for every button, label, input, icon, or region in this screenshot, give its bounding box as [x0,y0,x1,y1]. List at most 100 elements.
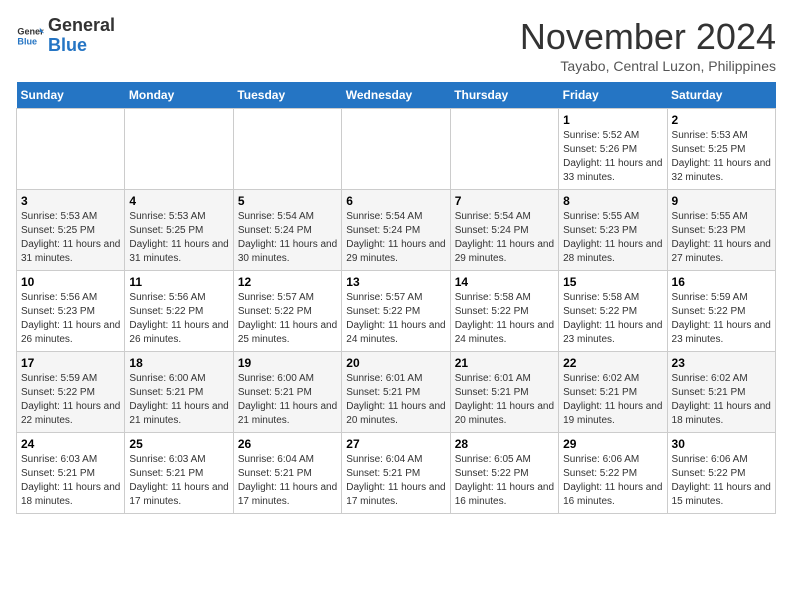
day-number: 30 [672,437,771,451]
day-info: Sunrise: 6:06 AMSunset: 5:22 PMDaylight:… [672,453,771,509]
weekday-header-monday: Monday [125,82,233,109]
day-cell: 4 Sunrise: 5:53 AMSunset: 5:25 PMDaylight… [125,190,233,271]
day-cell: 16 Sunrise: 5:59 AMSunset: 5:22 PMDayligh… [667,271,775,352]
day-info: Sunrise: 5:53 AMSunset: 5:25 PMDaylight:… [129,210,228,266]
day-info: Sunrise: 5:52 AMSunset: 5:26 PMDaylight:… [563,129,662,185]
day-cell [342,109,450,190]
day-number: 21 [455,356,554,370]
day-number: 14 [455,275,554,289]
day-info: Sunrise: 5:54 AMSunset: 5:24 PMDaylight:… [238,210,337,266]
day-info: Sunrise: 6:05 AMSunset: 5:22 PMDaylight:… [455,453,554,509]
day-info: Sunrise: 6:01 AMSunset: 5:21 PMDaylight:… [346,372,445,428]
day-info: Sunrise: 5:57 AMSunset: 5:22 PMDaylight:… [346,291,445,347]
day-info: Sunrise: 5:55 AMSunset: 5:23 PMDaylight:… [563,210,662,266]
day-cell: 11 Sunrise: 5:56 AMSunset: 5:22 PMDayligh… [125,271,233,352]
day-number: 12 [238,275,337,289]
day-cell: 22 Sunrise: 6:02 AMSunset: 5:21 PMDayligh… [559,352,667,433]
day-cell [125,109,233,190]
day-info: Sunrise: 5:54 AMSunset: 5:24 PMDaylight:… [346,210,445,266]
day-number: 6 [346,194,445,208]
day-cell: 10 Sunrise: 5:56 AMSunset: 5:23 PMDayligh… [17,271,125,352]
day-info: Sunrise: 6:04 AMSunset: 5:21 PMDaylight:… [238,453,337,509]
day-info: Sunrise: 5:58 AMSunset: 5:22 PMDaylight:… [563,291,662,347]
day-cell: 15 Sunrise: 5:58 AMSunset: 5:22 PMDayligh… [559,271,667,352]
weekday-header-row: SundayMondayTuesdayWednesdayThursdayFrid… [17,82,776,109]
calendar-table: SundayMondayTuesdayWednesdayThursdayFrid… [16,82,776,514]
day-number: 10 [21,275,120,289]
week-row-5: 24 Sunrise: 6:03 AMSunset: 5:21 PMDayligh… [17,433,776,514]
day-cell: 19 Sunrise: 6:00 AMSunset: 5:21 PMDayligh… [233,352,341,433]
day-cell: 14Sunrise: 5:58 AMSunset: 5:22 PMDayligh… [450,271,558,352]
day-number: 27 [346,437,445,451]
day-number: 22 [563,356,662,370]
day-number: 20 [346,356,445,370]
weekday-header-sunday: Sunday [17,82,125,109]
day-number: 9 [672,194,771,208]
day-cell: 8 Sunrise: 5:55 AMSunset: 5:23 PMDaylight… [559,190,667,271]
day-number: 18 [129,356,228,370]
week-row-1: 1Sunrise: 5:52 AMSunset: 5:26 PMDaylight… [17,109,776,190]
day-number: 24 [21,437,120,451]
day-cell: 3Sunrise: 5:53 AMSunset: 5:25 PMDaylight… [17,190,125,271]
day-number: 26 [238,437,337,451]
day-cell: 25Sunrise: 6:03 AMSunset: 5:21 PMDayligh… [125,433,233,514]
day-info: Sunrise: 5:59 AMSunset: 5:22 PMDaylight:… [21,372,120,428]
day-number: 19 [238,356,337,370]
day-cell: 2 Sunrise: 5:53 AMSunset: 5:25 PMDaylight… [667,109,775,190]
day-info: Sunrise: 6:04 AMSunset: 5:21 PMDaylight:… [346,453,445,509]
day-cell: 13Sunrise: 5:57 AMSunset: 5:22 PMDayligh… [342,271,450,352]
day-number: 5 [238,194,337,208]
day-cell: 17Sunrise: 5:59 AMSunset: 5:22 PMDayligh… [17,352,125,433]
logo-general-text: General [48,15,115,35]
day-number: 4 [129,194,228,208]
day-cell: 21 Sunrise: 6:01 AMSunset: 5:21 PMDayligh… [450,352,558,433]
day-cell: 29 Sunrise: 6:06 AMSunset: 5:22 PMDayligh… [559,433,667,514]
day-number: 11 [129,275,228,289]
day-cell: 23 Sunrise: 6:02 AMSunset: 5:21 PMDayligh… [667,352,775,433]
weekday-header-thursday: Thursday [450,82,558,109]
day-info: Sunrise: 5:56 AMSunset: 5:23 PMDaylight:… [21,291,120,347]
weekday-header-tuesday: Tuesday [233,82,341,109]
day-cell: 12 Sunrise: 5:57 AMSunset: 5:22 PMDayligh… [233,271,341,352]
day-number: 16 [672,275,771,289]
day-cell: 5 Sunrise: 5:54 AMSunset: 5:24 PMDaylight… [233,190,341,271]
day-cell: 7 Sunrise: 5:54 AMSunset: 5:24 PMDaylight… [450,190,558,271]
logo-blue-text: Blue [48,35,87,55]
month-title: November 2024 [520,16,776,58]
location-subtitle: Tayabo, Central Luzon, Philippines [520,58,776,74]
day-info: Sunrise: 5:53 AMSunset: 5:25 PMDaylight:… [672,129,771,185]
logo-icon: General Blue [16,22,44,50]
day-number: 25 [129,437,228,451]
day-number: 2 [672,113,771,127]
day-cell: 27 Sunrise: 6:04 AMSunset: 5:21 PMDayligh… [342,433,450,514]
day-info: Sunrise: 5:53 AMSunset: 5:25 PMDaylight:… [21,210,120,266]
day-info: Sunrise: 6:02 AMSunset: 5:21 PMDaylight:… [563,372,662,428]
day-cell: 9 Sunrise: 5:55 AMSunset: 5:23 PMDaylight… [667,190,775,271]
day-info: Sunrise: 6:02 AMSunset: 5:21 PMDaylight:… [672,372,771,428]
day-info: Sunrise: 5:57 AMSunset: 5:22 PMDaylight:… [238,291,337,347]
day-number: 15 [563,275,662,289]
day-cell: 18Sunrise: 6:00 AMSunset: 5:21 PMDayligh… [125,352,233,433]
day-info: Sunrise: 5:56 AMSunset: 5:22 PMDaylight:… [129,291,228,347]
day-number: 28 [455,437,554,451]
weekday-header-wednesday: Wednesday [342,82,450,109]
day-info: Sunrise: 6:06 AMSunset: 5:22 PMDaylight:… [563,453,662,509]
day-number: 23 [672,356,771,370]
title-area: November 2024 Tayabo, Central Luzon, Phi… [520,16,776,74]
day-info: Sunrise: 6:01 AMSunset: 5:21 PMDaylight:… [455,372,554,428]
day-cell [450,109,558,190]
day-info: Sunrise: 6:03 AMSunset: 5:21 PMDaylight:… [21,453,120,509]
day-number: 8 [563,194,662,208]
day-info: Sunrise: 5:59 AMSunset: 5:22 PMDaylight:… [672,291,771,347]
day-cell [17,109,125,190]
day-number: 7 [455,194,554,208]
day-info: Sunrise: 5:54 AMSunset: 5:24 PMDaylight:… [455,210,554,266]
day-cell: 6 Sunrise: 5:54 AMSunset: 5:24 PMDaylight… [342,190,450,271]
day-cell: 30 Sunrise: 6:06 AMSunset: 5:22 PMDayligh… [667,433,775,514]
week-row-4: 17Sunrise: 5:59 AMSunset: 5:22 PMDayligh… [17,352,776,433]
day-info: Sunrise: 5:55 AMSunset: 5:23 PMDaylight:… [672,210,771,266]
day-info: Sunrise: 6:00 AMSunset: 5:21 PMDaylight:… [238,372,337,428]
week-row-2: 3Sunrise: 5:53 AMSunset: 5:25 PMDaylight… [17,190,776,271]
day-cell: 20 Sunrise: 6:01 AMSunset: 5:21 PMDayligh… [342,352,450,433]
day-number: 29 [563,437,662,451]
